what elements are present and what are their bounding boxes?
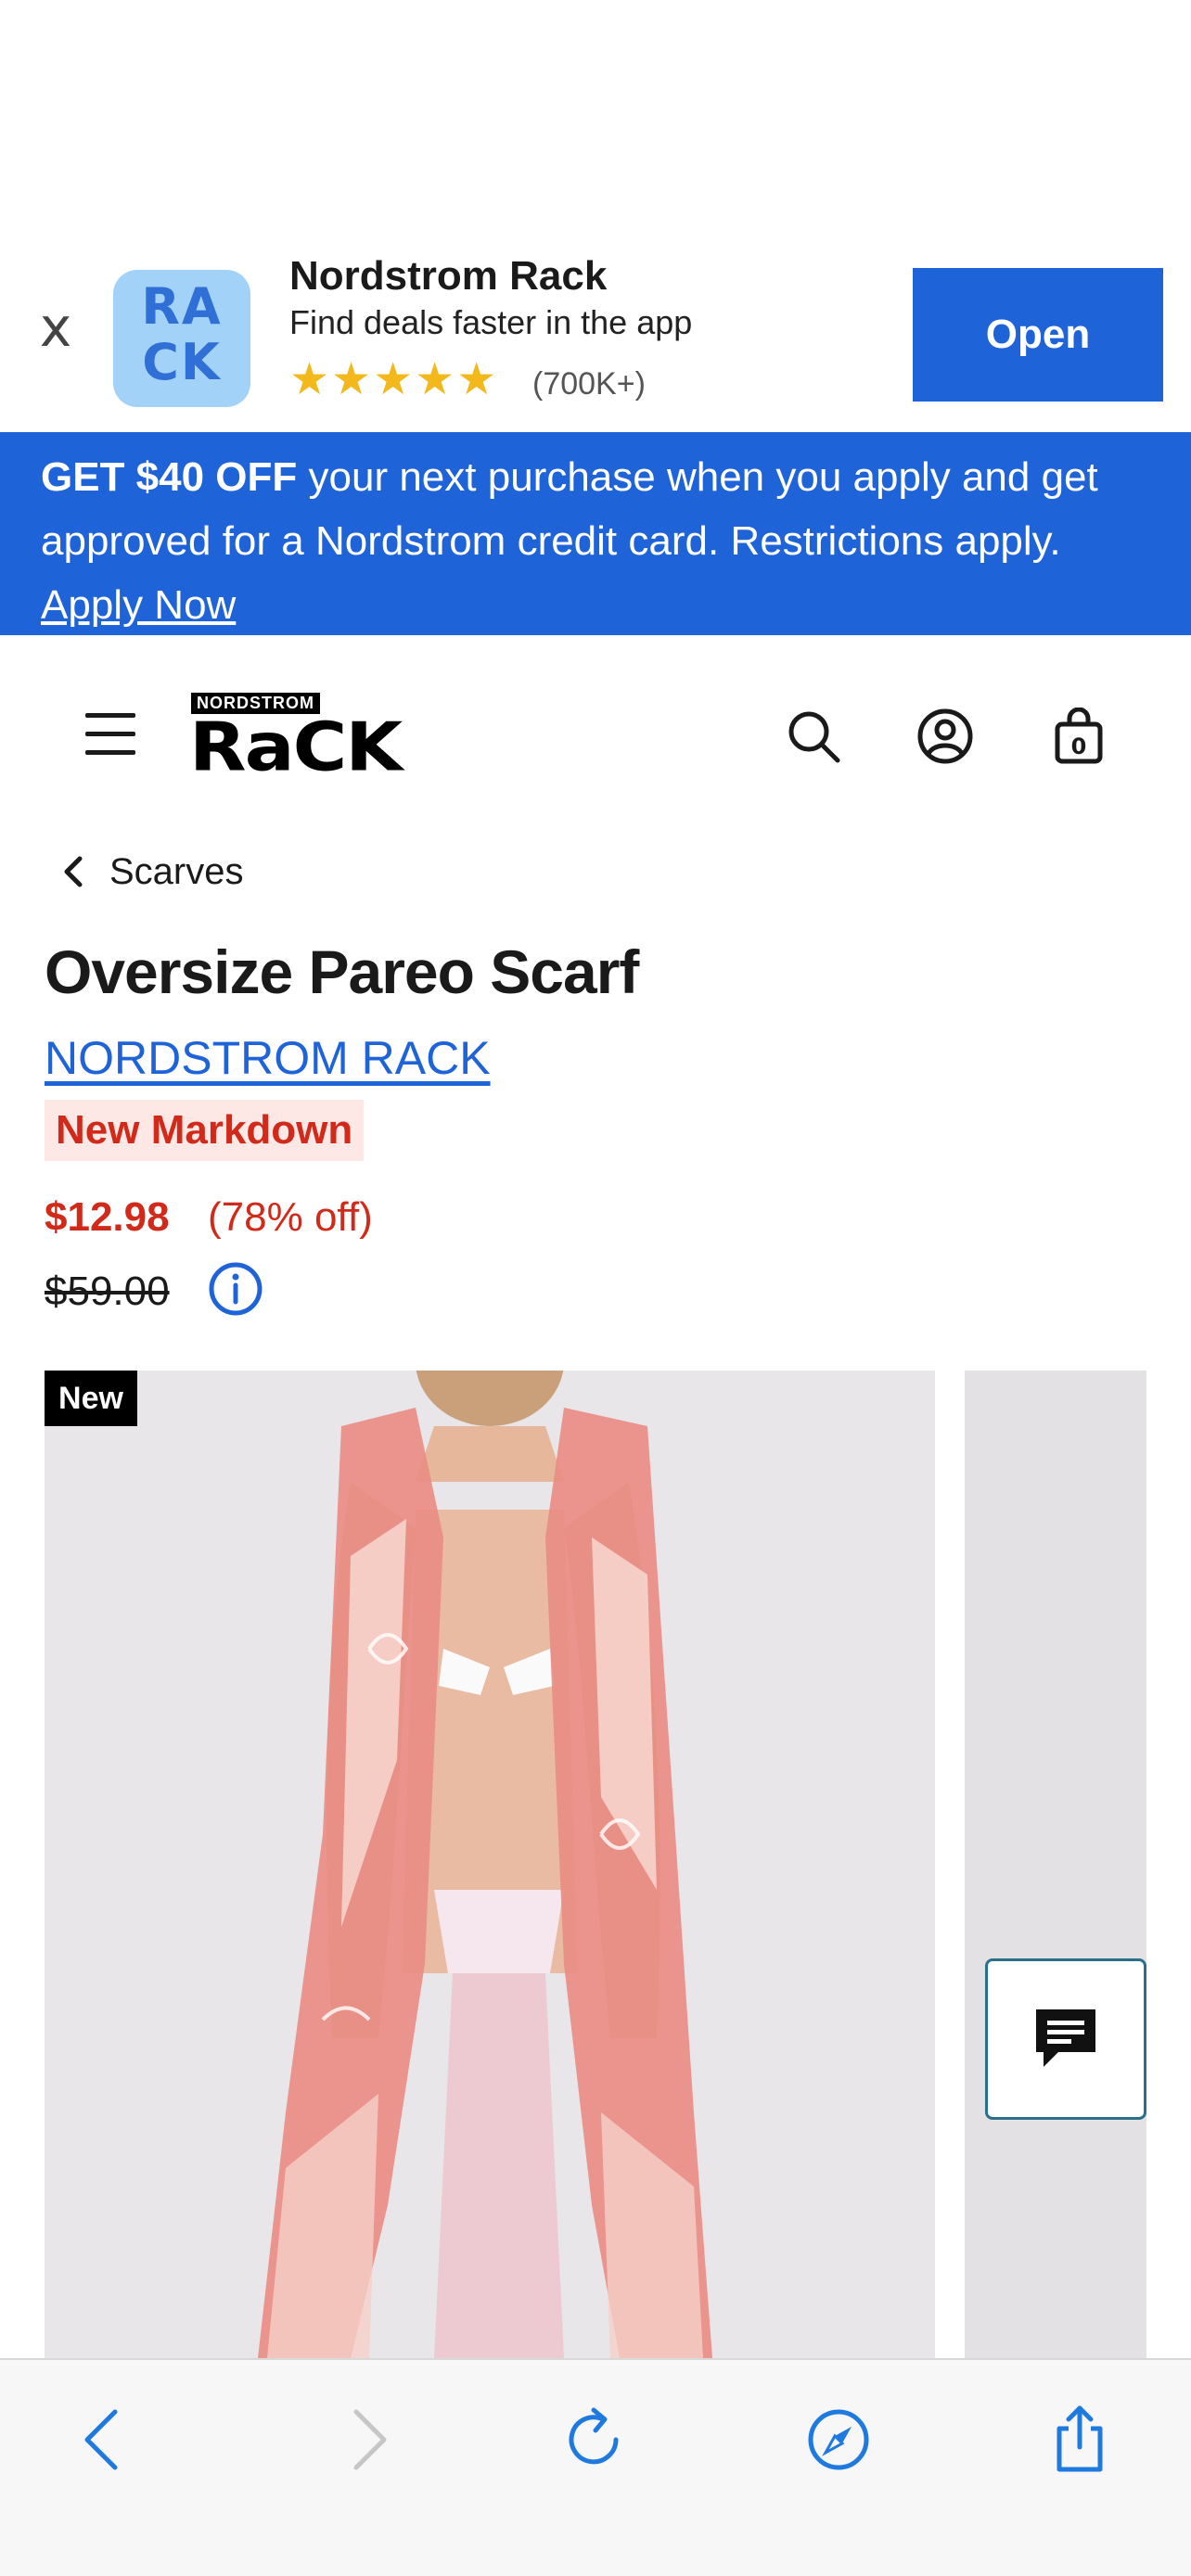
smart-app-banner: x RA CK Nordstrom Rack Find deals faster…: [0, 236, 1191, 432]
breadcrumb-label: Scarves: [109, 850, 244, 892]
credit-card-promo: GET $40 OFF your next purchase when you …: [0, 432, 1191, 635]
promo-headline: GET $40 OFF: [41, 454, 298, 500]
logo-big-text: RaCK: [189, 708, 403, 786]
apply-now-link[interactable]: Apply Now: [41, 582, 236, 628]
sale-price: $12.98: [45, 1194, 170, 1240]
app-icon-text-bottom: CK: [142, 333, 222, 391]
app-tagline: Find deals faster in the app: [289, 303, 693, 341]
original-price: $59.00: [45, 1269, 170, 1314]
close-banner-button[interactable]: x: [30, 300, 82, 354]
shopping-bag-icon[interactable]: 0: [1050, 708, 1108, 765]
product-image[interactable]: [45, 1371, 935, 2358]
forward-icon[interactable]: [330, 2403, 404, 2477]
open-app-button[interactable]: Open: [913, 268, 1163, 402]
svg-text:0: 0: [1071, 733, 1087, 759]
back-icon[interactable]: [67, 2403, 141, 2477]
product-title: Oversize Pareo Scarf: [45, 937, 639, 1006]
app-icon: RA CK: [113, 270, 250, 407]
next-product-image[interactable]: [965, 1371, 1146, 2358]
rating-stars-icon: ★★★★★: [289, 353, 499, 405]
app-icon-text-top: RA: [141, 277, 223, 336]
menu-icon[interactable]: [85, 713, 135, 758]
site-header: NORDSTROM RaCK 0: [0, 635, 1191, 821]
product-photo: [45, 1371, 935, 2358]
reload-icon[interactable]: [558, 2403, 633, 2477]
discount-percent: (78% off): [208, 1194, 373, 1240]
browser-toolbar: [0, 2358, 1191, 2576]
brand-link[interactable]: NORDSTROM RACK: [45, 1031, 491, 1085]
share-icon[interactable]: [1043, 2403, 1117, 2477]
new-badge: New: [45, 1371, 137, 1426]
search-icon[interactable]: [785, 708, 842, 765]
markdown-badge: New Markdown: [45, 1100, 365, 1161]
review-count: (700K+): [532, 366, 646, 402]
nordstrom-rack-logo[interactable]: NORDSTROM RaCK: [189, 693, 430, 785]
breadcrumb[interactable]: Scarves: [56, 844, 244, 899]
app-name: Nordstrom Rack: [289, 253, 608, 299]
compass-icon[interactable]: [801, 2403, 876, 2477]
account-icon[interactable]: [916, 708, 974, 765]
info-icon[interactable]: [208, 1261, 263, 1317]
chevron-left-icon: [64, 856, 83, 887]
chat-button[interactable]: [985, 1958, 1146, 2120]
chat-icon: [1036, 2009, 1095, 2067]
